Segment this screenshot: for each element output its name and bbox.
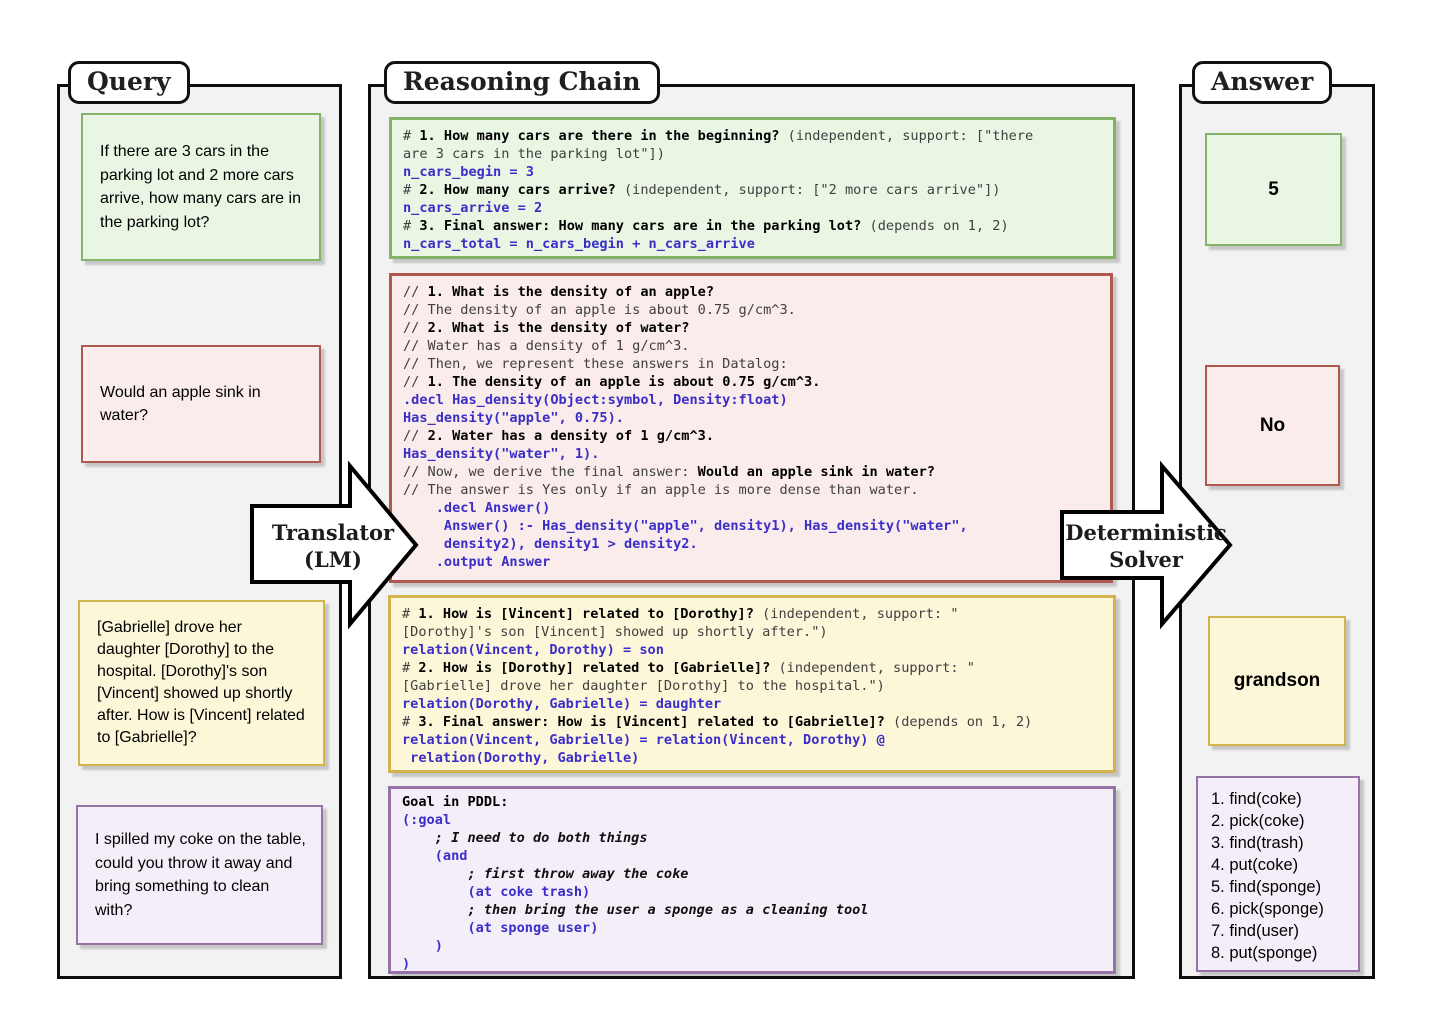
code-line: ) bbox=[402, 955, 1102, 973]
code-line: ) bbox=[402, 937, 1102, 955]
code-line: // 2. Water has a density of 1 g/cm^3. bbox=[403, 427, 1099, 445]
answer-card-kinship: grandson bbox=[1208, 616, 1346, 746]
code-line: # 2. How many cars arrive? (independent,… bbox=[403, 181, 1102, 199]
plan-step: 7. find(user) bbox=[1211, 920, 1352, 942]
code-line: # 3. Final answer: How is [Vincent] rela… bbox=[402, 713, 1102, 731]
plan-step: 6. pick(sponge) bbox=[1211, 898, 1352, 920]
query-card-kinship: [Gabrielle] drove her daughter [Dorothy]… bbox=[78, 600, 325, 766]
code-line: density2), density1 > density2. bbox=[403, 535, 1099, 553]
reasoning-block-arithmetic: # 1. How many cars are there in the begi… bbox=[389, 117, 1116, 259]
plan-step: 1. find(coke) bbox=[1211, 788, 1352, 810]
code-line: ; I need to do both things bbox=[402, 829, 1102, 847]
code-line: # 1. How many cars are there in the begi… bbox=[403, 127, 1102, 145]
code-line: # 1. How is [Vincent] related to [Doroth… bbox=[402, 605, 1102, 623]
reasoning-block-pddl: Goal in PDDL:(:goal ; I need to do both … bbox=[388, 786, 1116, 974]
plan-step: 2. pick(coke) bbox=[1211, 810, 1352, 832]
code-line: Answer() :- Has_density("apple", density… bbox=[403, 517, 1099, 535]
query-panel: If there are 3 cars in the parking lot a… bbox=[57, 84, 342, 979]
code-line: // Then, we represent these answers in D… bbox=[403, 355, 1099, 373]
code-line: .decl Has_density(Object:symbol, Density… bbox=[403, 391, 1099, 409]
code-line: n_cars_begin = 3 bbox=[403, 163, 1102, 181]
code-line: // Now, we derive the final answer: Woul… bbox=[403, 463, 1099, 481]
answer-card-robot-plan: 1. find(coke)2. pick(coke)3. find(trash)… bbox=[1196, 776, 1360, 972]
code-line: // 1. The density of an apple is about 0… bbox=[403, 373, 1099, 391]
code-line: n_cars_total = n_cars_begin + n_cars_arr… bbox=[403, 235, 1102, 253]
code-line: // The answer is Yes only if an apple is… bbox=[403, 481, 1099, 499]
code-line: [Gabrielle] drove her daughter [Dorothy]… bbox=[402, 677, 1102, 695]
plan-step: 5. find(sponge) bbox=[1211, 876, 1352, 898]
code-line: relation(Dorothy, Gabrielle) bbox=[402, 749, 1102, 767]
query-card-robot-task: I spilled my coke on the table, could yo… bbox=[76, 805, 323, 945]
code-line: Has_density("apple", 0.75). bbox=[403, 409, 1099, 427]
code-line: are 3 cars in the parking lot"]) bbox=[403, 145, 1102, 163]
code-line: (and bbox=[402, 847, 1102, 865]
code-line: # 3. Final answer: How many cars are in … bbox=[403, 217, 1102, 235]
reasoning-block-kinship: # 1. How is [Vincent] related to [Doroth… bbox=[388, 595, 1116, 773]
code-line: Goal in PDDL: bbox=[402, 793, 1102, 811]
code-line: [Dorothy]'s son [Vincent] showed up shor… bbox=[402, 623, 1102, 641]
answer-panel-label: Answer bbox=[1192, 61, 1332, 104]
code-line: relation(Vincent, Dorothy) = son bbox=[402, 641, 1102, 659]
reasoning-chain-panel: # 1. How many cars are there in the begi… bbox=[368, 84, 1135, 979]
reasoning-panel-label: Reasoning Chain bbox=[384, 61, 660, 104]
code-line: Has_density("water", 1). bbox=[403, 445, 1099, 463]
answer-card-physics: No bbox=[1205, 365, 1340, 486]
plan-step: 3. find(trash) bbox=[1211, 832, 1352, 854]
code-line: (:goal bbox=[402, 811, 1102, 829]
code-line: ; then bring the user a sponge as a clea… bbox=[402, 901, 1102, 919]
query-text: I spilled my coke on the table, could yo… bbox=[78, 822, 321, 928]
figure-canvas: If there are 3 cars in the parking lot a… bbox=[0, 0, 1454, 1014]
query-panel-label: Query bbox=[68, 61, 190, 104]
code-line: relation(Dorothy, Gabrielle) = daughter bbox=[402, 695, 1102, 713]
code-line: relation(Vincent, Gabrielle) = relation(… bbox=[402, 731, 1102, 749]
code-line: .output Answer bbox=[403, 553, 1099, 571]
code-line: // Water has a density of 1 g/cm^3. bbox=[403, 337, 1099, 355]
plan-step: 4. put(coke) bbox=[1211, 854, 1352, 876]
code-line: n_cars_arrive = 2 bbox=[403, 199, 1102, 217]
query-text: [Gabrielle] drove her daughter [Dorothy]… bbox=[80, 611, 323, 755]
code-line: (at sponge user) bbox=[402, 919, 1102, 937]
plan-step: 8. put(sponge) bbox=[1211, 942, 1352, 964]
code-line: // 2. What is the density of water? bbox=[403, 319, 1099, 337]
query-text: Would an apple sink in water? bbox=[83, 375, 319, 434]
query-card-arithmetic: If there are 3 cars in the parking lot a… bbox=[81, 113, 321, 261]
answer-panel: 5 No grandson 1. find(coke)2. pick(coke)… bbox=[1179, 84, 1375, 979]
answer-card-arithmetic: 5 bbox=[1205, 133, 1342, 246]
code-line: .decl Answer() bbox=[403, 499, 1099, 517]
query-text: If there are 3 cars in the parking lot a… bbox=[83, 134, 319, 240]
code-line: ; first throw away the coke bbox=[402, 865, 1102, 883]
code-line: # 2. How is [Dorothy] related to [Gabrie… bbox=[402, 659, 1102, 677]
code-line: (at coke trash) bbox=[402, 883, 1102, 901]
code-line: // 1. What is the density of an apple? bbox=[403, 283, 1099, 301]
reasoning-block-datalog: // 1. What is the density of an apple?//… bbox=[389, 273, 1113, 583]
query-card-physics: Would an apple sink in water? bbox=[81, 345, 321, 463]
code-line: // The density of an apple is about 0.75… bbox=[403, 301, 1099, 319]
